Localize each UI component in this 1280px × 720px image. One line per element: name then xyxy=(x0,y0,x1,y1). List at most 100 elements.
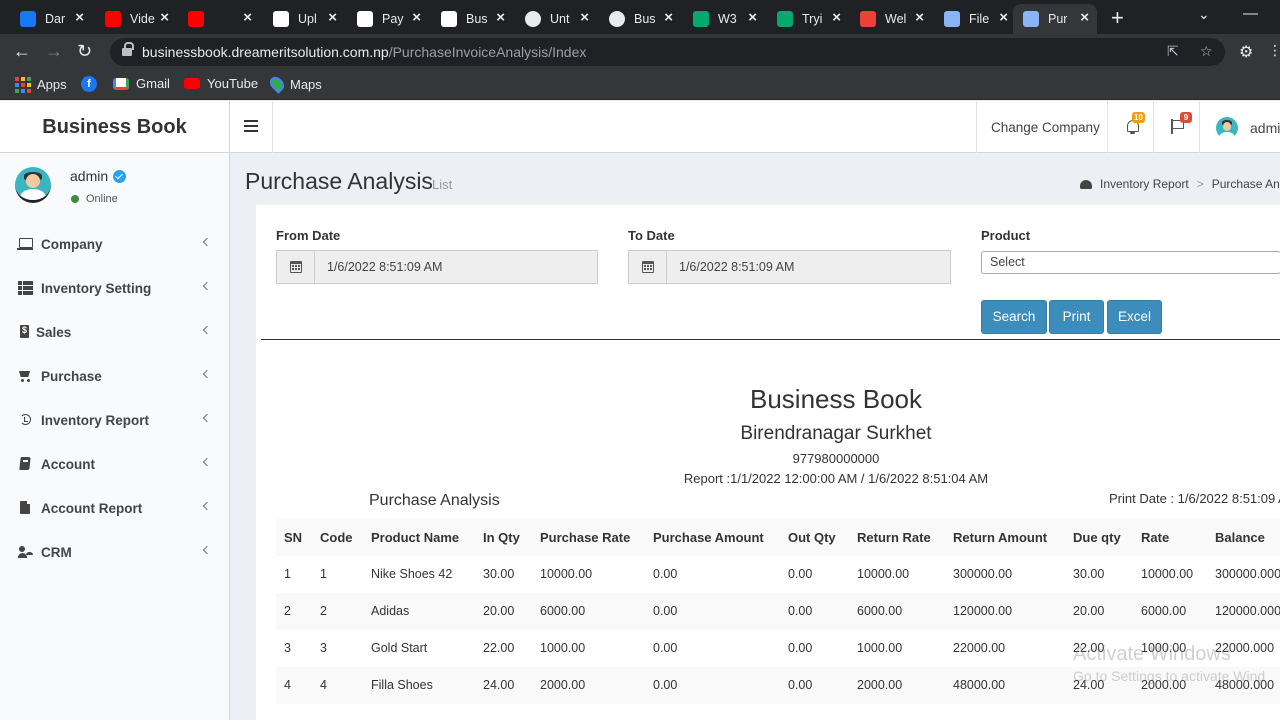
browser-menu-icon[interactable]: ⋮ xyxy=(1268,42,1280,59)
browser-tab[interactable]: Pur × xyxy=(1013,4,1097,34)
browser-tab-label: Bus xyxy=(634,12,656,26)
bookmark-star-icon[interactable]: ☆ xyxy=(1200,43,1213,60)
bookmark-maps[interactable]: Maps xyxy=(267,74,322,94)
url-text[interactable]: businessbook.dreameritsolution.com.np/Pu… xyxy=(142,44,586,60)
sidebar-menu: Company Inventory Setting Sales Purchase… xyxy=(0,222,230,574)
close-tab-icon[interactable]: × xyxy=(915,9,924,26)
column-header[interactable]: Return Rate xyxy=(857,519,931,556)
close-tab-icon[interactable]: × xyxy=(748,9,757,26)
close-tab-icon[interactable]: × xyxy=(75,9,84,26)
browser-tab[interactable]: Tryi × xyxy=(767,4,849,34)
from-date-input[interactable]: 1/6/2022 8:51:09 AM xyxy=(315,251,597,283)
sidebar-item-crm[interactable]: CRM xyxy=(0,530,230,574)
breadcrumb-current: Purchase Analy xyxy=(1211,177,1280,191)
browser-tab[interactable]: Pay × xyxy=(347,4,429,34)
close-tab-icon[interactable]: × xyxy=(832,9,841,26)
column-header[interactable]: SN xyxy=(284,519,302,556)
column-header[interactable]: Purchase Rate xyxy=(540,519,630,556)
sidebar-item-purchase[interactable]: Purchase xyxy=(0,354,230,398)
apps-grid-icon xyxy=(14,76,31,93)
column-header[interactable]: Return Amount xyxy=(953,519,1047,556)
tab-search-icon[interactable]: ⌄ xyxy=(1198,6,1210,23)
browser-tab[interactable]: File × xyxy=(934,4,1016,34)
excel-button[interactable]: Excel xyxy=(1107,300,1162,334)
browser-tab[interactable]: Bus × xyxy=(599,4,681,34)
close-tab-icon[interactable]: × xyxy=(999,9,1008,26)
table-cell: Filla Shoes xyxy=(371,678,433,692)
table-cell: 4 xyxy=(320,678,327,692)
to-date-input[interactable]: 1/6/2022 8:51:09 AM xyxy=(667,251,950,283)
column-header[interactable]: Purchase Amount xyxy=(653,519,764,556)
browser-tab[interactable]: Bus × xyxy=(431,4,513,34)
new-tab-button[interactable]: + xyxy=(1111,5,1124,31)
browser-toolbar: ← → ↻ businessbook.dreameritsolution.com… xyxy=(0,34,1280,70)
close-tab-icon[interactable]: × xyxy=(328,9,337,26)
column-header[interactable]: Rate xyxy=(1141,519,1169,556)
user-menu-name[interactable]: admin xyxy=(1250,120,1280,136)
table-cell: 2 xyxy=(284,604,291,618)
to-date-calendar-button[interactable] xyxy=(629,251,667,283)
forward-arrow-icon[interactable]: → xyxy=(45,41,63,62)
close-tab-icon[interactable]: × xyxy=(412,9,421,26)
browser-tab-label: W3 xyxy=(718,12,737,26)
extensions-puzzle-icon[interactable]: ⚙ xyxy=(1239,42,1253,62)
from-date-calendar-button[interactable] xyxy=(277,251,315,283)
browser-tab[interactable]: Dar × xyxy=(10,4,92,34)
youtube-icon xyxy=(188,11,204,27)
product-select[interactable]: Select xyxy=(981,251,1280,274)
browser-tab[interactable]: Upl × xyxy=(263,4,345,34)
column-header[interactable]: Balance xyxy=(1215,519,1265,556)
browser-tab[interactable]: × xyxy=(178,4,260,34)
reload-icon[interactable]: ↻ xyxy=(77,41,92,62)
dashboard-icon xyxy=(1080,179,1092,189)
table-cell: 300000.000 xyxy=(1215,567,1280,581)
close-tab-icon[interactable]: × xyxy=(496,9,505,26)
column-header[interactable]: Product Name xyxy=(371,519,459,556)
paypal-icon xyxy=(944,11,960,27)
column-header[interactable]: In Qty xyxy=(483,519,520,556)
browser-tab[interactable]: Unt × xyxy=(515,4,597,34)
breadcrumb-inventory-report[interactable]: Inventory Report xyxy=(1100,177,1189,191)
back-arrow-icon[interactable]: ← xyxy=(13,41,31,62)
change-company-link[interactable]: Change Company xyxy=(991,120,1100,135)
column-header[interactable]: Due qty xyxy=(1073,519,1121,556)
sidebar-item-sales[interactable]: Sales xyxy=(0,310,230,354)
sidebar-username: admin xyxy=(70,168,127,184)
sidebar-toggle-icon[interactable] xyxy=(244,120,258,132)
browser-tab[interactable]: Wel × xyxy=(850,4,932,34)
sidebar-item-account[interactable]: Account xyxy=(0,442,230,486)
close-tab-icon[interactable]: × xyxy=(243,9,252,26)
print-button[interactable]: Print xyxy=(1049,300,1104,334)
w3schools-icon xyxy=(777,11,793,27)
bookmark-facebook[interactable]: f xyxy=(81,76,104,92)
column-header[interactable]: Code xyxy=(320,519,353,556)
share-icon[interactable]: ⇱ xyxy=(1167,43,1179,60)
address-bar[interactable]: businessbook.dreameritsolution.com.np/Pu… xyxy=(110,38,1225,66)
bookmark-apps[interactable]: Apps xyxy=(14,76,67,93)
table-cell: 0.00 xyxy=(788,641,813,655)
sidebar-item-account-report[interactable]: Account Report xyxy=(0,486,230,530)
close-tab-icon[interactable]: × xyxy=(160,9,169,26)
sidebar-item-inventory-setting[interactable]: Inventory Setting xyxy=(0,266,230,310)
chevron-left-icon xyxy=(202,369,212,379)
flags-count-badge: 9 xyxy=(1180,112,1192,123)
lock-icon[interactable] xyxy=(122,42,134,57)
user-avatar[interactable] xyxy=(1216,117,1238,139)
app-brand-logo[interactable]: Business Book xyxy=(0,101,230,153)
browser-tab[interactable]: W3 × xyxy=(683,4,765,34)
bookmark-gmail[interactable]: Gmail xyxy=(113,76,170,91)
chevron-left-icon xyxy=(202,413,212,423)
close-tab-icon[interactable]: × xyxy=(580,9,589,26)
close-tab-icon[interactable]: × xyxy=(1080,9,1089,26)
browser-tab-label: Upl xyxy=(298,12,317,26)
close-tab-icon[interactable]: × xyxy=(664,9,673,26)
table-cell: 20.00 xyxy=(1073,604,1105,618)
search-button[interactable]: Search xyxy=(981,300,1047,334)
sidebar-item-inventory-report[interactable]: Inventory Report xyxy=(0,398,230,442)
sidebar-item-company[interactable]: Company xyxy=(0,222,230,266)
column-header[interactable]: Out Qty xyxy=(788,519,836,556)
browser-tab[interactable]: Vide × xyxy=(95,4,177,34)
minimize-window-button[interactable]: — xyxy=(1243,5,1258,22)
report-name: Purchase Analysis xyxy=(369,492,500,509)
bookmark-youtube[interactable]: YouTube xyxy=(184,76,258,91)
